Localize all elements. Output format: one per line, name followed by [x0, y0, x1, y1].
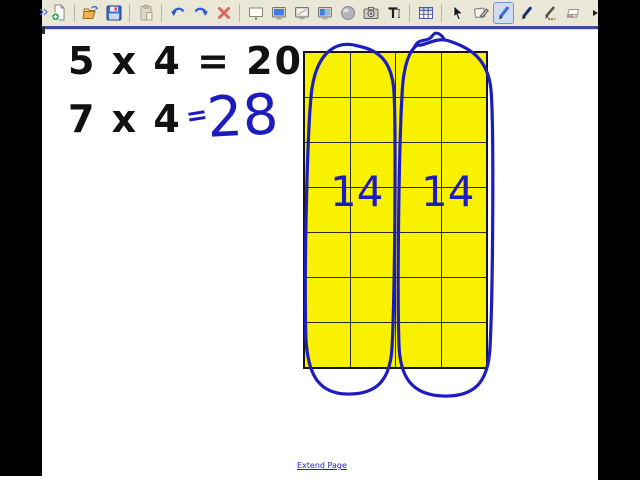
delete-x-icon — [217, 7, 230, 19]
paste-clipboard-icon — [140, 4, 152, 21]
ball-tool-button[interactable] — [337, 2, 358, 24]
new-page-button[interactable] — [48, 2, 69, 24]
pen-icon — [498, 6, 509, 20]
grid-cell — [441, 98, 486, 142]
eraser-button[interactable] — [562, 2, 583, 24]
equation-line-1[interactable]: 5 x 4 = 20 — [68, 42, 303, 80]
pen-tool-button[interactable] — [493, 2, 514, 24]
screen-capture-button[interactable] — [360, 2, 381, 24]
grid-cell — [396, 233, 441, 277]
grid-cell — [305, 233, 350, 277]
more-tools-button[interactable] — [585, 2, 606, 24]
select-tool-button[interactable] — [447, 2, 468, 24]
grid-cell — [396, 53, 441, 97]
open-file-button[interactable] — [80, 2, 101, 24]
fullscreen-monitor-icon — [271, 7, 286, 20]
cursor-arrow-icon — [453, 5, 463, 21]
dual-display-icon — [317, 7, 332, 20]
new-page-icon — [50, 4, 64, 22]
whiteboard-screen-icon — [248, 7, 263, 20]
insert-table-button[interactable] — [415, 2, 436, 24]
whiteboard-view-button[interactable] — [245, 2, 266, 24]
equation-line-2[interactable]: 7 x 4 — [68, 100, 182, 138]
grid-cell — [396, 278, 441, 322]
toolbar-overflow-chevron-icon[interactable] — [39, 7, 48, 18]
grid-cell — [305, 143, 350, 187]
grid-cell — [350, 143, 395, 187]
letterbox-left — [0, 0, 42, 476]
ball-icon — [340, 6, 355, 20]
table-icon — [418, 7, 433, 19]
toolbar-separator — [409, 4, 410, 22]
grid-cell — [441, 278, 486, 322]
grid-cell — [396, 323, 441, 367]
page-edge-tick-icon — [42, 27, 45, 34]
redo-button[interactable] — [190, 2, 211, 24]
undo-button[interactable] — [167, 2, 188, 24]
grid-cell — [396, 188, 441, 232]
text-tool-button[interactable] — [383, 2, 404, 24]
grid-cell — [396, 143, 441, 187]
grid-cell — [441, 323, 486, 367]
shapes-pen-icon — [473, 7, 489, 19]
more-tools-caret-icon — [592, 10, 598, 16]
undo-arrow-icon — [170, 7, 185, 16]
grid[interactable] — [303, 51, 488, 369]
toolbar — [42, 0, 598, 26]
ink-answer-28: 28 — [205, 82, 280, 151]
toolbar-separator — [74, 4, 75, 22]
grid-cell — [350, 278, 395, 322]
grid-cell — [350, 98, 395, 142]
line-pen-icon — [521, 6, 532, 20]
delete-button[interactable] — [213, 2, 234, 24]
fullscreen-view-button[interactable] — [268, 2, 289, 24]
grid-cell — [441, 188, 486, 232]
camera-icon — [363, 6, 378, 19]
grid-cell — [305, 98, 350, 142]
text-tool-icon — [388, 7, 400, 18]
transparent-screen-icon — [294, 7, 309, 20]
creative-pen-icon — [544, 6, 556, 21]
grid-cell — [305, 323, 350, 367]
grid-cell — [305, 278, 350, 322]
grid-cell — [350, 53, 395, 97]
grid-cell — [350, 233, 395, 277]
grid-cell — [441, 233, 486, 277]
paste-button[interactable] — [135, 2, 156, 24]
shapes-tool-button[interactable] — [470, 2, 491, 24]
save-button[interactable] — [103, 2, 124, 24]
grid-cell — [396, 98, 441, 142]
grid-cell — [350, 323, 395, 367]
toolbar-separator — [161, 4, 162, 22]
grid-cell — [350, 188, 395, 232]
redo-arrow-icon — [193, 7, 208, 16]
grid-cell — [305, 188, 350, 232]
toolbar-separator — [441, 4, 442, 22]
toolbar-separator — [129, 4, 130, 22]
grid-cell — [441, 53, 486, 97]
letterbox-right — [598, 0, 640, 480]
eraser-icon — [566, 9, 579, 18]
transparent-view-button[interactable] — [291, 2, 312, 24]
line-pen-button[interactable] — [516, 2, 537, 24]
grid-cell — [441, 143, 486, 187]
open-folder-icon — [81, 5, 98, 19]
dual-page-view-button[interactable] — [314, 2, 335, 24]
extend-page-link[interactable]: Extend Page — [297, 461, 347, 470]
toolbar-separator — [239, 4, 240, 22]
save-floppy-icon — [106, 5, 121, 21]
creative-pen-button[interactable] — [539, 2, 560, 24]
grid-cell — [305, 53, 350, 97]
